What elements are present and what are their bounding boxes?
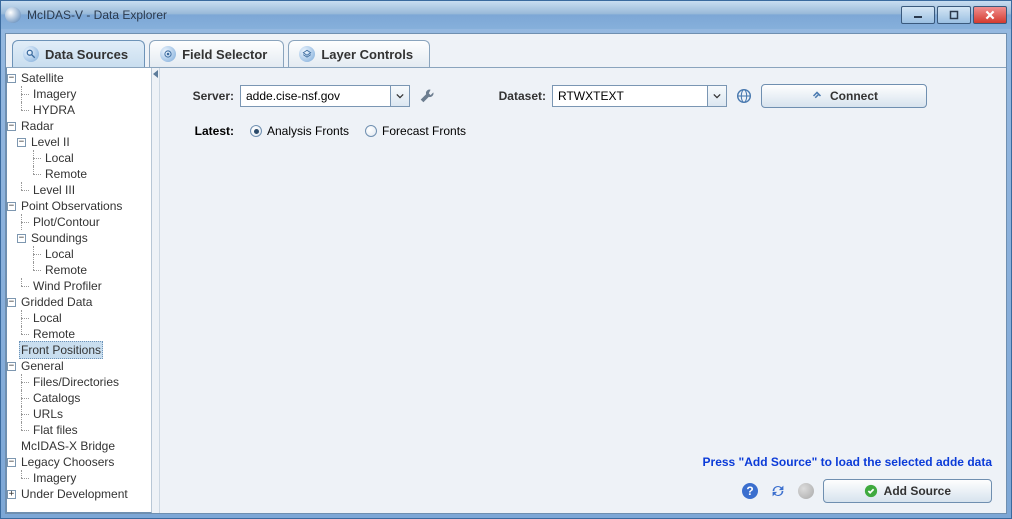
globe-icon xyxy=(735,87,753,105)
radio-label: Forecast Fronts xyxy=(382,124,466,138)
chevron-left-icon xyxy=(153,70,158,78)
titlebar[interactable]: McIDAS-V - Data Explorer xyxy=(1,1,1011,29)
server-label: Server: xyxy=(174,89,234,103)
main-panel: Server: Dataset: xyxy=(160,68,1006,513)
close-icon xyxy=(984,9,996,21)
latest-label: Latest: xyxy=(174,124,234,138)
radio-forecast-fronts[interactable]: Forecast Fronts xyxy=(365,124,466,138)
tree-node-legacy[interactable]: Legacy Choosers xyxy=(19,454,116,470)
close-button[interactable] xyxy=(973,6,1007,24)
radio-icon xyxy=(250,125,262,137)
wrench-icon xyxy=(418,87,436,105)
tree-node-frontpos[interactable]: Front Positions xyxy=(19,341,103,359)
tree-node-remote[interactable]: Remote xyxy=(31,326,77,342)
tree-node-catalogs[interactable]: Catalogs xyxy=(31,390,82,406)
tree-node-mcidasxbridge[interactable]: McIDAS-X Bridge xyxy=(19,438,117,454)
chevron-down-icon xyxy=(396,93,404,99)
tree-node-local[interactable]: Local xyxy=(31,310,64,326)
footer-buttons: ? Add Source xyxy=(174,479,992,503)
tree-node-underdev[interactable]: Under Development xyxy=(19,486,130,502)
field-icon xyxy=(160,46,176,62)
server-combo[interactable] xyxy=(240,85,410,107)
manage-datasets-button[interactable] xyxy=(733,85,755,107)
refresh-button[interactable] xyxy=(767,480,789,502)
maximize-button[interactable] xyxy=(937,6,971,24)
tree-node-imagery[interactable]: Imagery xyxy=(31,86,78,102)
tree-node-plotcontour[interactable]: Plot/Contour xyxy=(31,214,102,230)
dataset-label: Dataset: xyxy=(490,89,546,103)
tree-node-remote[interactable]: Remote xyxy=(43,262,89,278)
radio-label: Analysis Fronts xyxy=(267,124,349,138)
status-dot-icon xyxy=(798,483,814,499)
help-icon: ? xyxy=(740,481,760,501)
tree-node-remote[interactable]: Remote xyxy=(43,166,89,182)
tree-node-soundings[interactable]: Soundings xyxy=(29,230,90,246)
tree-node-level2[interactable]: Level II xyxy=(29,134,72,150)
tree-node-local[interactable]: Local xyxy=(43,246,76,262)
magnifier-icon xyxy=(23,46,39,62)
app-window: McIDAS-V - Data Explorer Data Sources xyxy=(0,0,1012,519)
radio-icon xyxy=(365,125,377,137)
add-source-label: Add Source xyxy=(884,484,951,498)
server-dropdown-button[interactable] xyxy=(390,85,410,107)
manage-servers-button[interactable] xyxy=(416,85,438,107)
window-controls xyxy=(901,6,1007,24)
tree-node-gridded[interactable]: Gridded Data xyxy=(19,294,94,310)
tree-node-level3[interactable]: Level III xyxy=(31,182,77,198)
svg-text:?: ? xyxy=(746,484,753,498)
chevron-down-icon xyxy=(713,93,721,99)
maximize-icon xyxy=(949,10,959,20)
server-row: Server: Dataset: xyxy=(174,84,992,108)
status-indicator xyxy=(795,480,817,502)
refresh-icon xyxy=(769,482,787,500)
tree-node-urls[interactable]: URLs xyxy=(31,406,65,422)
radio-analysis-fronts[interactable]: Analysis Fronts xyxy=(250,124,349,138)
client-area: Data Sources Field Selector Layer Contro… xyxy=(5,33,1007,514)
tree-panel: −Satellite Imagery HYDRA −Radar −Level I… xyxy=(6,68,152,513)
content: −Satellite Imagery HYDRA −Radar −Level I… xyxy=(6,67,1006,513)
layers-icon xyxy=(299,46,315,62)
dataset-dropdown-button[interactable] xyxy=(707,85,727,107)
minimize-button[interactable] xyxy=(901,6,935,24)
tab-field-selector[interactable]: Field Selector xyxy=(149,40,284,67)
tree-node-windprof[interactable]: Wind Profiler xyxy=(31,278,104,294)
plug-icon xyxy=(810,89,824,103)
data-source-tree[interactable]: −Satellite Imagery HYDRA −Radar −Level I… xyxy=(7,70,151,502)
tree-node-imagery[interactable]: Imagery xyxy=(31,470,78,486)
connect-label: Connect xyxy=(830,89,878,103)
connect-button[interactable]: Connect xyxy=(761,84,927,108)
splitter[interactable] xyxy=(152,68,160,513)
add-source-button[interactable]: Add Source xyxy=(823,479,992,503)
server-input[interactable] xyxy=(240,85,390,107)
help-button[interactable]: ? xyxy=(739,480,761,502)
tree-node-hydra[interactable]: HYDRA xyxy=(31,102,77,118)
tree-node-local[interactable]: Local xyxy=(43,150,76,166)
tree-node-satellite[interactable]: Satellite xyxy=(19,70,66,86)
window-title: McIDAS-V - Data Explorer xyxy=(27,8,901,22)
hint-text: Press "Add Source" to load the selected … xyxy=(174,455,992,469)
minimize-icon xyxy=(913,10,923,20)
check-icon xyxy=(864,484,878,498)
tabbar: Data Sources Field Selector Layer Contro… xyxy=(6,34,1006,67)
tree-node-flatfiles[interactable]: Flat files xyxy=(31,422,80,438)
footer: Press "Add Source" to load the selected … xyxy=(174,455,992,503)
tab-layer-controls[interactable]: Layer Controls xyxy=(288,40,430,67)
tree-node-general[interactable]: General xyxy=(19,358,66,374)
tab-label: Field Selector xyxy=(182,47,267,62)
tab-label: Data Sources xyxy=(45,47,128,62)
tree-node-radar[interactable]: Radar xyxy=(19,118,56,134)
app-icon xyxy=(5,7,21,23)
dataset-input[interactable] xyxy=(552,85,707,107)
tab-data-sources[interactable]: Data Sources xyxy=(12,40,145,67)
tree-node-filesdirs[interactable]: Files/Directories xyxy=(31,374,121,390)
latest-row: Latest: Analysis Fronts Forecast Fronts xyxy=(174,124,992,138)
tab-label: Layer Controls xyxy=(321,47,413,62)
dataset-combo[interactable] xyxy=(552,85,727,107)
tree-node-pointobs[interactable]: Point Observations xyxy=(19,198,124,214)
